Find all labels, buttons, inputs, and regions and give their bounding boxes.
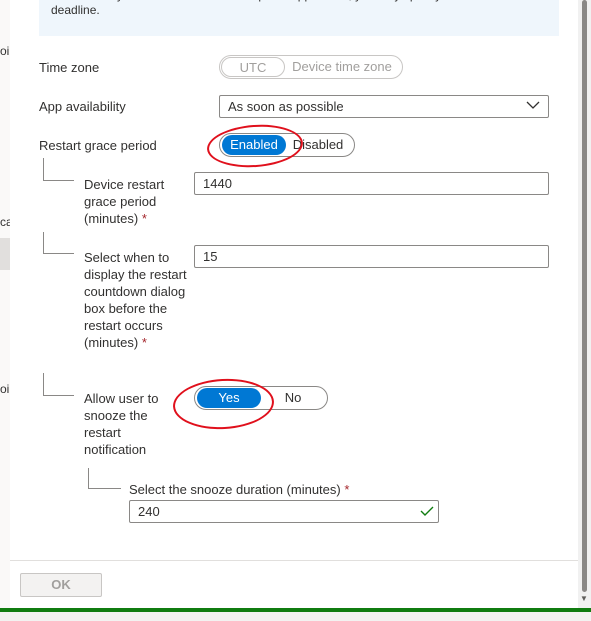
restart-grace-period-label: Restart grace period xyxy=(39,138,157,153)
background-selected-row xyxy=(0,238,10,270)
checkmark-icon xyxy=(420,506,434,516)
device-restart-label-text: Device restart grace period (minutes) xyxy=(84,177,165,226)
countdown-label-text: Select when to display the restart count… xyxy=(84,250,187,350)
snooze-duration-input[interactable] xyxy=(129,500,439,523)
scrollbar[interactable]: ▼ xyxy=(578,0,591,608)
chevron-down-icon xyxy=(526,101,540,109)
time-zone-option-device[interactable]: Device time zone xyxy=(285,57,399,77)
snooze-duration-field xyxy=(129,500,439,523)
app-availability-label: App availability xyxy=(39,99,126,114)
time-zone-option-utc[interactable]: UTC xyxy=(221,57,285,77)
countdown-label: Select when to display the restart count… xyxy=(84,249,192,351)
tree-connector xyxy=(88,468,121,489)
device-restart-label: Device restart grace period (minutes) * xyxy=(84,176,184,227)
device-restart-input[interactable] xyxy=(194,172,549,195)
tree-connector xyxy=(43,232,74,254)
time-zone-label: Time zone xyxy=(39,60,100,75)
snooze-label-text: Allow user to snooze the restart notific… xyxy=(84,391,159,457)
tree-connector xyxy=(43,158,74,181)
countdown-input[interactable] xyxy=(194,245,549,268)
app-availability-value: As soon as possible xyxy=(228,99,344,114)
app-availability-dropdown[interactable]: As soon as possible xyxy=(219,95,549,118)
snooze-label: Allow user to snooze the restart notific… xyxy=(84,390,174,458)
ok-button[interactable]: OK xyxy=(20,573,102,597)
scrollbar-thumb[interactable] xyxy=(582,0,587,592)
window-bottom xyxy=(0,612,591,621)
info-banner: an availability time below. If this is a… xyxy=(39,0,559,36)
time-zone-toggle[interactable]: UTC Device time zone xyxy=(219,55,403,79)
snooze-duration-label: Select the snooze duration (minutes) * xyxy=(129,481,349,498)
scroll-down-arrow-icon[interactable]: ▼ xyxy=(580,594,588,603)
panel-footer: OK xyxy=(10,560,578,609)
background-page: oil ca oil xyxy=(0,0,13,621)
info-banner-text: an availability time below. If this is a… xyxy=(51,0,521,17)
required-marker: * xyxy=(141,335,147,350)
snooze-duration-label-text: Select the snooze duration (minutes) xyxy=(129,482,341,497)
required-marker: * xyxy=(141,211,147,226)
tree-connector xyxy=(43,373,74,396)
required-marker: * xyxy=(344,482,350,497)
